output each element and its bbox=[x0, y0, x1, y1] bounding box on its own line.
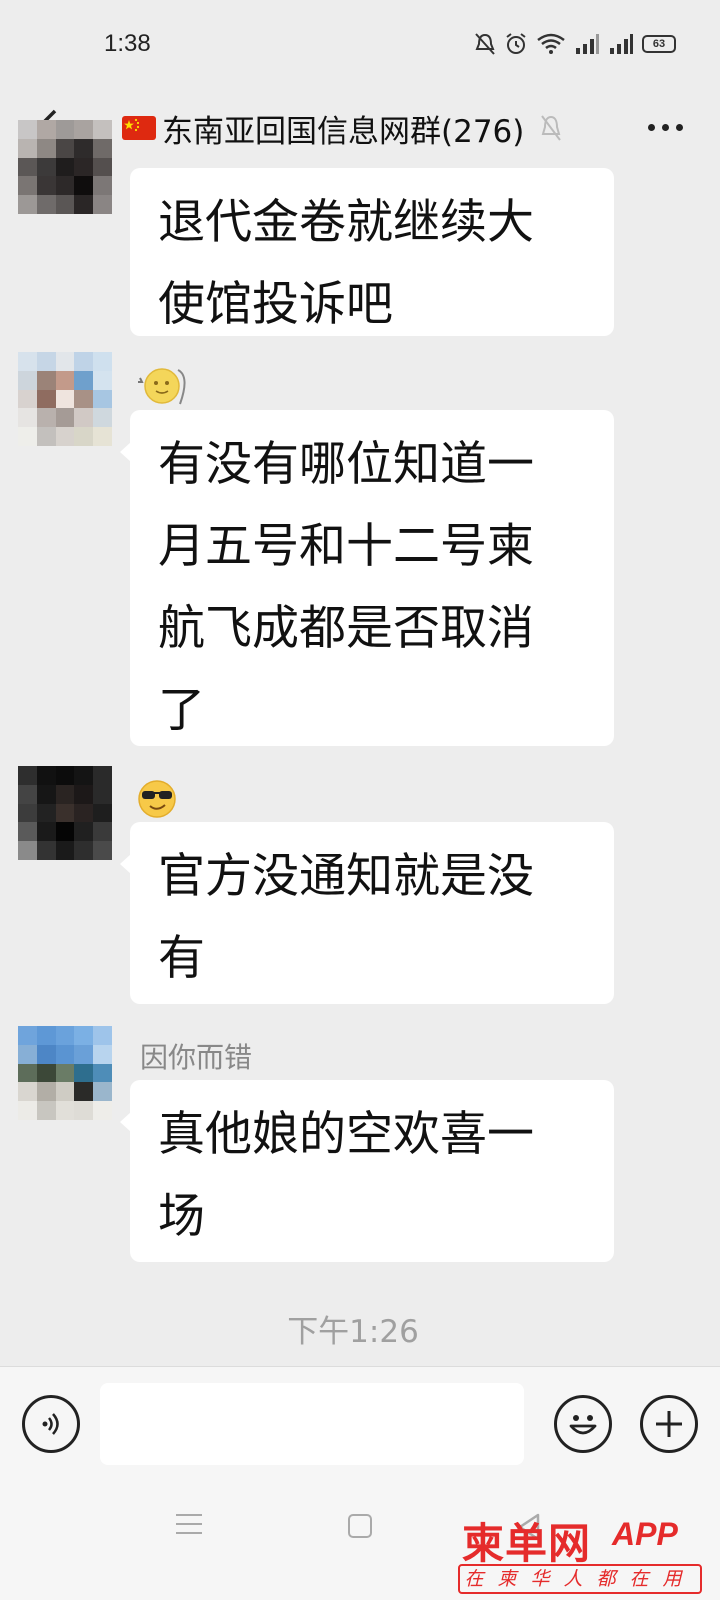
avatar[interactable] bbox=[18, 352, 112, 446]
wifi-icon bbox=[537, 33, 565, 54]
message-bubble[interactable]: 退代金卷就继续大 使馆投诉吧 bbox=[130, 168, 614, 336]
watermark-tagline: 在柬华人都在用 bbox=[458, 1564, 702, 1594]
message-line: 真他娘的空欢喜一 bbox=[158, 1107, 534, 1162]
plus-icon bbox=[656, 1411, 682, 1437]
message-line: 有 bbox=[158, 931, 205, 986]
message-bubble[interactable]: 有没有哪位知道一 月五号和十二号柬 航飞成都是否取消 了 bbox=[120, 410, 614, 746]
emoji-icon bbox=[569, 1415, 597, 1435]
message-line: 有没有哪位知道一 bbox=[158, 437, 534, 492]
avatar[interactable] bbox=[18, 766, 112, 860]
emoji-button[interactable] bbox=[554, 1395, 612, 1453]
message-input[interactable] bbox=[100, 1383, 524, 1465]
mute-bell-icon bbox=[475, 33, 495, 55]
signal-icon bbox=[576, 34, 599, 54]
message-line: 了 bbox=[158, 683, 205, 738]
watermark-brand: 柬单网 bbox=[462, 1520, 592, 1567]
message-line: 退代金卷就继续大 bbox=[158, 195, 534, 250]
avatar[interactable] bbox=[18, 120, 112, 214]
voice-icon bbox=[42, 1413, 59, 1435]
more-dots-icon bbox=[647, 123, 655, 131]
message-line: 航飞成都是否取消 bbox=[158, 601, 534, 656]
voice-button[interactable] bbox=[22, 1395, 80, 1453]
mute-icon bbox=[541, 115, 562, 141]
input-bar bbox=[0, 1366, 720, 1484]
sunglasses-emoji bbox=[138, 780, 176, 818]
battery-icon: 63 bbox=[642, 35, 676, 53]
message-bubble[interactable]: 官方没通知就是没 有 bbox=[120, 822, 614, 1004]
alarm-icon bbox=[506, 33, 526, 54]
avatar[interactable] bbox=[18, 1026, 112, 1120]
message-line: 官方没通知就是没 bbox=[158, 849, 534, 904]
chat-title: 东南亚回国信息网群(276) bbox=[162, 113, 525, 150]
status-time: 1:38 bbox=[104, 30, 151, 57]
message-timestamp: 下午1:26 bbox=[287, 1314, 419, 1350]
chat-title-group[interactable]: 东南亚回国信息网群(276) bbox=[122, 106, 562, 150]
sender-name: 因你而错 bbox=[140, 1041, 253, 1074]
watermark-app: APP bbox=[612, 1516, 678, 1552]
watermark-logo: 柬单网 APP 在柬华人都在用 bbox=[458, 1510, 708, 1596]
message-line: 使馆投诉吧 bbox=[158, 277, 393, 332]
nav-menu-button[interactable] bbox=[176, 1514, 202, 1536]
message-bubble[interactable]: 真他娘的空欢喜一 场 bbox=[120, 1080, 614, 1262]
message-line: 场 bbox=[158, 1189, 205, 1244]
more-options-button[interactable] bbox=[640, 102, 690, 152]
china-flag-icon bbox=[122, 116, 156, 140]
status-icons: 63 bbox=[474, 30, 676, 58]
nav-home-button[interactable] bbox=[348, 1514, 372, 1538]
status-bar: 1:38 63 bbox=[0, 0, 720, 86]
signal-icon bbox=[610, 34, 633, 54]
more-functions-button[interactable] bbox=[640, 1395, 698, 1453]
moon-face-emoji bbox=[138, 368, 186, 405]
message-line: 月五号和十二号柬 bbox=[158, 519, 534, 574]
